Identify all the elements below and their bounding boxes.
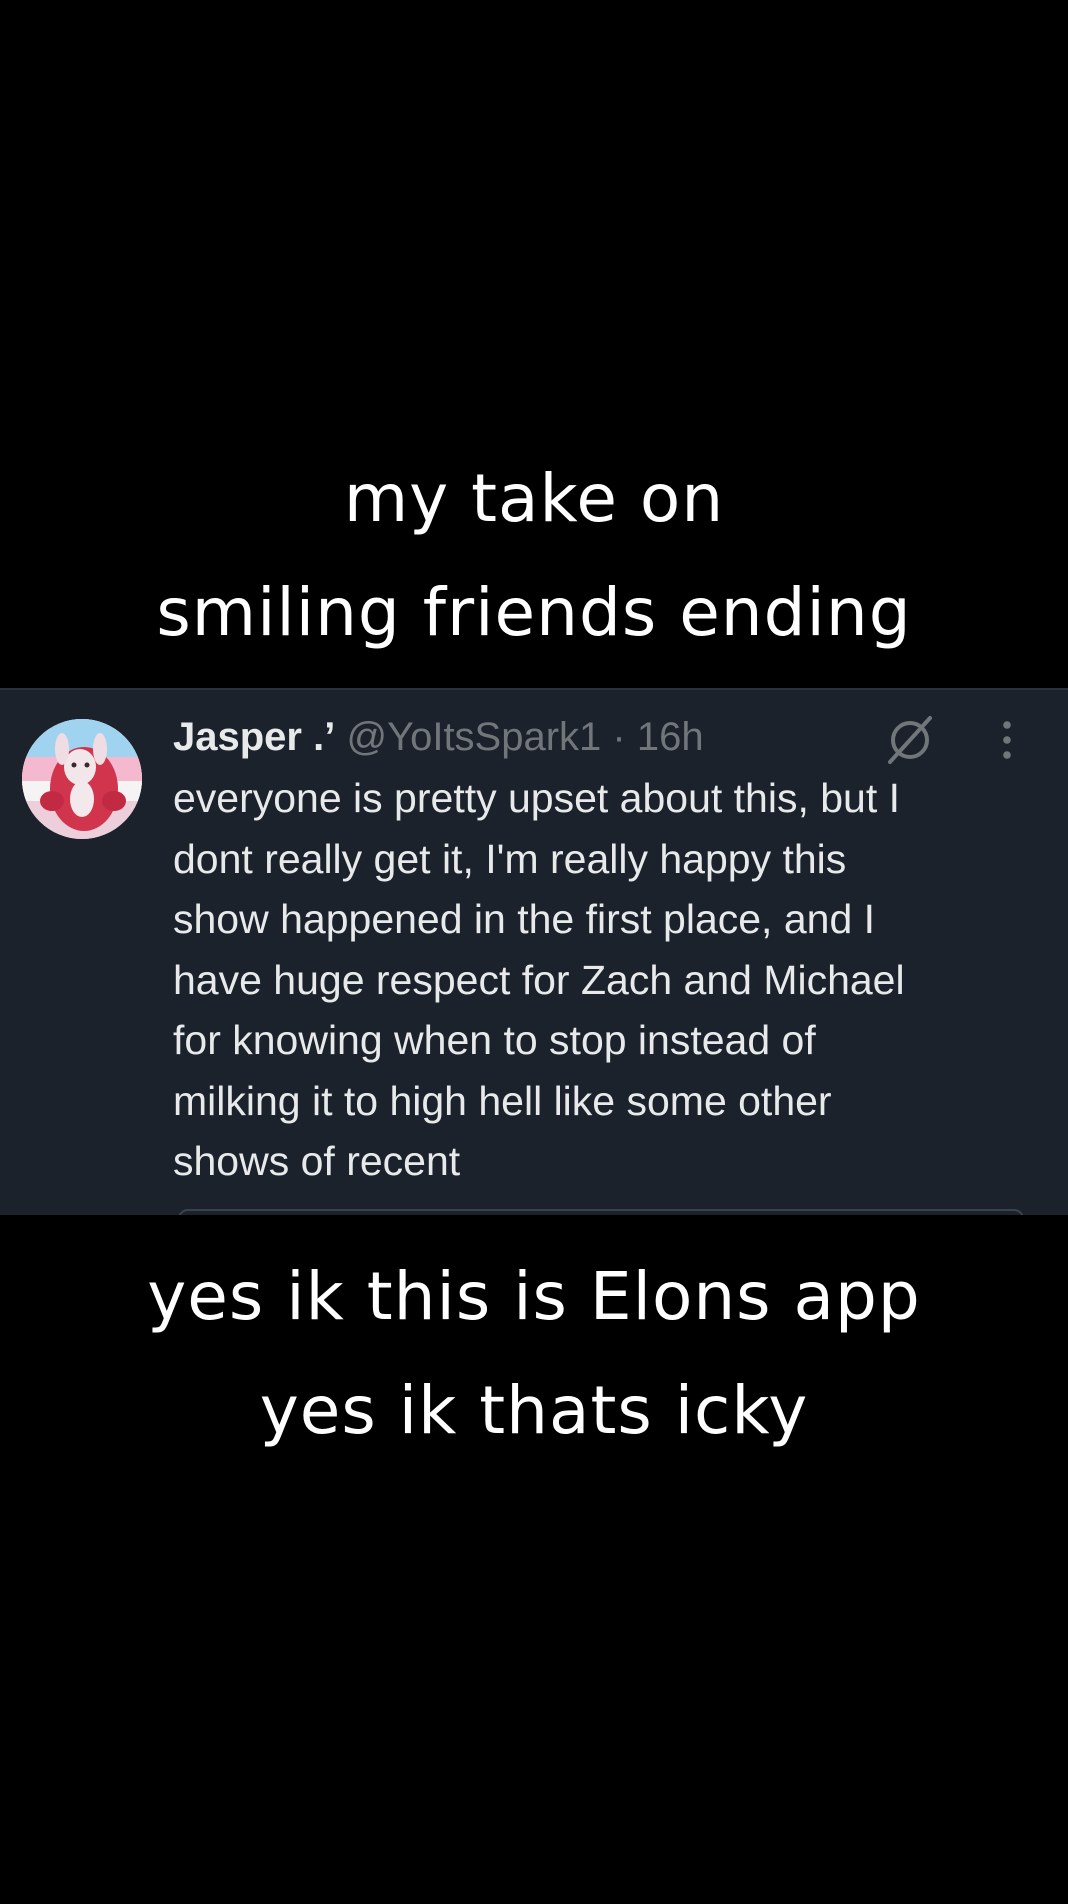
tweet-header: Jasper .’ @YoItsSpark1 · 16h — [173, 712, 704, 762]
divider — [0, 688, 1068, 690]
tweet-text-line: have huge respect for Zach and Michael — [173, 956, 905, 1003]
tweet-text-line: milking it to high hell like some other — [173, 1077, 832, 1124]
name-badge: .’ — [313, 715, 336, 759]
display-name[interactable]: Jasper — [173, 715, 302, 759]
timestamp[interactable]: 16h — [637, 715, 704, 759]
more-vertical-icon[interactable] — [992, 716, 1022, 766]
tweet-text-line: for knowing when to stop instead of — [173, 1017, 816, 1063]
grok-slash-circle-icon[interactable] — [882, 712, 938, 768]
tweet-card[interactable]: Jasper .’ @YoItsSpark1 · 16h everyone is… — [0, 688, 1068, 1215]
tweet-text-line: dont really get it, I'm really happy thi… — [173, 835, 847, 882]
caption-top-line-2: smiling friends ending — [156, 574, 912, 651]
caption-top-line-1: my take on — [343, 460, 725, 537]
caption-bottom-line-1: yes ik this is Elons app — [147, 1258, 921, 1335]
quoted-media-edge[interactable] — [178, 1209, 1024, 1215]
tweet-text: everyone is pretty upset about this, but… — [173, 768, 1043, 1192]
separator-dot: · — [612, 715, 626, 759]
avatar-image — [22, 719, 142, 839]
tweet-text-line: show happened in the first place, and I — [173, 896, 876, 942]
tweet-text-line: everyone is pretty upset about this, but… — [173, 775, 901, 821]
avatar[interactable] — [22, 719, 142, 839]
tweet-text-line: shows of recent — [173, 1138, 461, 1184]
user-handle[interactable]: @YoItsSpark1 — [346, 715, 601, 759]
caption-bottom-line-2: yes ik thats icky — [259, 1372, 809, 1449]
